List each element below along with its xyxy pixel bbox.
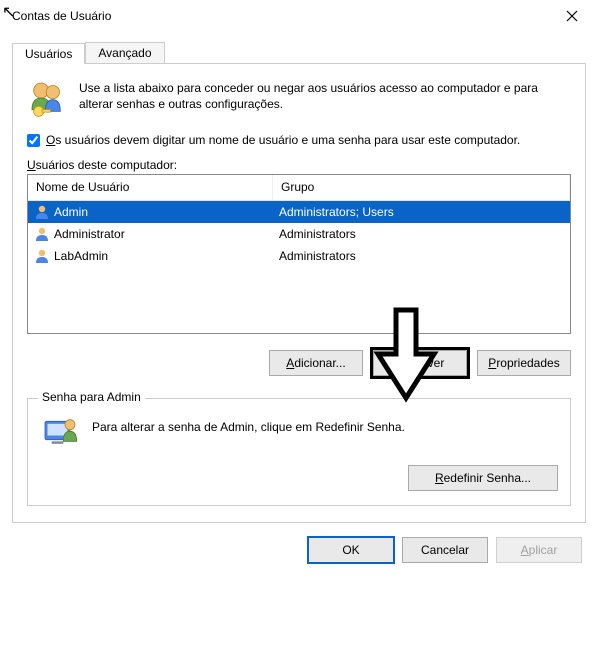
must-login-label: Os usuários devem digitar um nome de usu… <box>46 132 520 148</box>
user-list-label: Usuários deste computador: <box>27 158 571 172</box>
cancel-button[interactable]: Cancelar <box>402 537 488 563</box>
add-button[interactable]: Adicionar... <box>269 350 363 376</box>
cell-name: Administrator <box>28 223 273 245</box>
column-header-group[interactable]: Grupo <box>273 175 570 200</box>
user-list[interactable]: Nome de Usuário Grupo Admin Administrato… <box>27 174 571 334</box>
cell-name: LabAdmin <box>28 245 273 267</box>
must-login-checkbox-row: Os usuários devem digitar um nome de usu… <box>27 132 571 148</box>
cell-group: Administrators <box>273 223 570 245</box>
dialog-footer: OK Cancelar Aplicar <box>0 523 598 577</box>
list-item[interactable]: Administrator Administrators <box>28 223 570 245</box>
list-item[interactable]: Admin Administrators; Users <box>28 201 570 223</box>
apply-button: Aplicar <box>496 537 582 563</box>
title-bar: Contas de Usuário <box>0 0 598 32</box>
tab-advanced[interactable]: Avançado <box>85 42 164 63</box>
user-list-body: Admin Administrators; Users Administrato… <box>28 201 570 267</box>
password-button-row: Redefinir Senha... <box>40 465 558 491</box>
tab-strip: Usuários Avançado <box>12 40 586 64</box>
user-icon <box>34 226 50 242</box>
monitor-user-icon <box>40 413 80 453</box>
user-icon <box>34 204 50 220</box>
users-icon <box>27 78 67 118</box>
properties-button[interactable]: Propriedades <box>477 350 571 376</box>
tab-users[interactable]: Usuários <box>12 43 85 64</box>
ok-button[interactable]: OK <box>308 537 394 563</box>
user-list-header: Nome de Usuário Grupo <box>28 175 570 201</box>
reset-password-button[interactable]: Redefinir Senha... <box>408 465 558 491</box>
intro-row: Use a lista abaixo para conceder ou nega… <box>27 78 571 118</box>
remove-button[interactable]: Remover <box>373 350 467 376</box>
cell-group: Administrators <box>273 245 570 267</box>
window-title: Contas de Usuário <box>12 9 111 23</box>
must-login-checkbox[interactable] <box>27 134 40 147</box>
column-header-name[interactable]: Nome de Usuário <box>28 175 273 200</box>
password-row: Para alterar a senha de Admin, clique em… <box>40 413 558 453</box>
password-group-title: Senha para Admin <box>38 390 145 404</box>
intro-text: Use a lista abaixo para conceder ou nega… <box>79 78 571 118</box>
cell-group: Administrators; Users <box>273 201 570 223</box>
tab-panel: Use a lista abaixo para conceder ou nega… <box>12 64 586 523</box>
cell-name: Admin <box>28 201 273 223</box>
password-text: Para alterar a senha de Admin, clique em… <box>92 413 405 435</box>
list-item[interactable]: LabAdmin Administrators <box>28 245 570 267</box>
close-icon[interactable] <box>554 4 590 28</box>
dialog-content: Usuários Avançado Use a lista abaixo par… <box>0 32 598 523</box>
list-button-row: Adicionar... Remover Propriedades <box>27 350 571 376</box>
password-group: Senha para Admin Para alterar a senha de… <box>27 398 571 506</box>
user-icon <box>34 248 50 264</box>
